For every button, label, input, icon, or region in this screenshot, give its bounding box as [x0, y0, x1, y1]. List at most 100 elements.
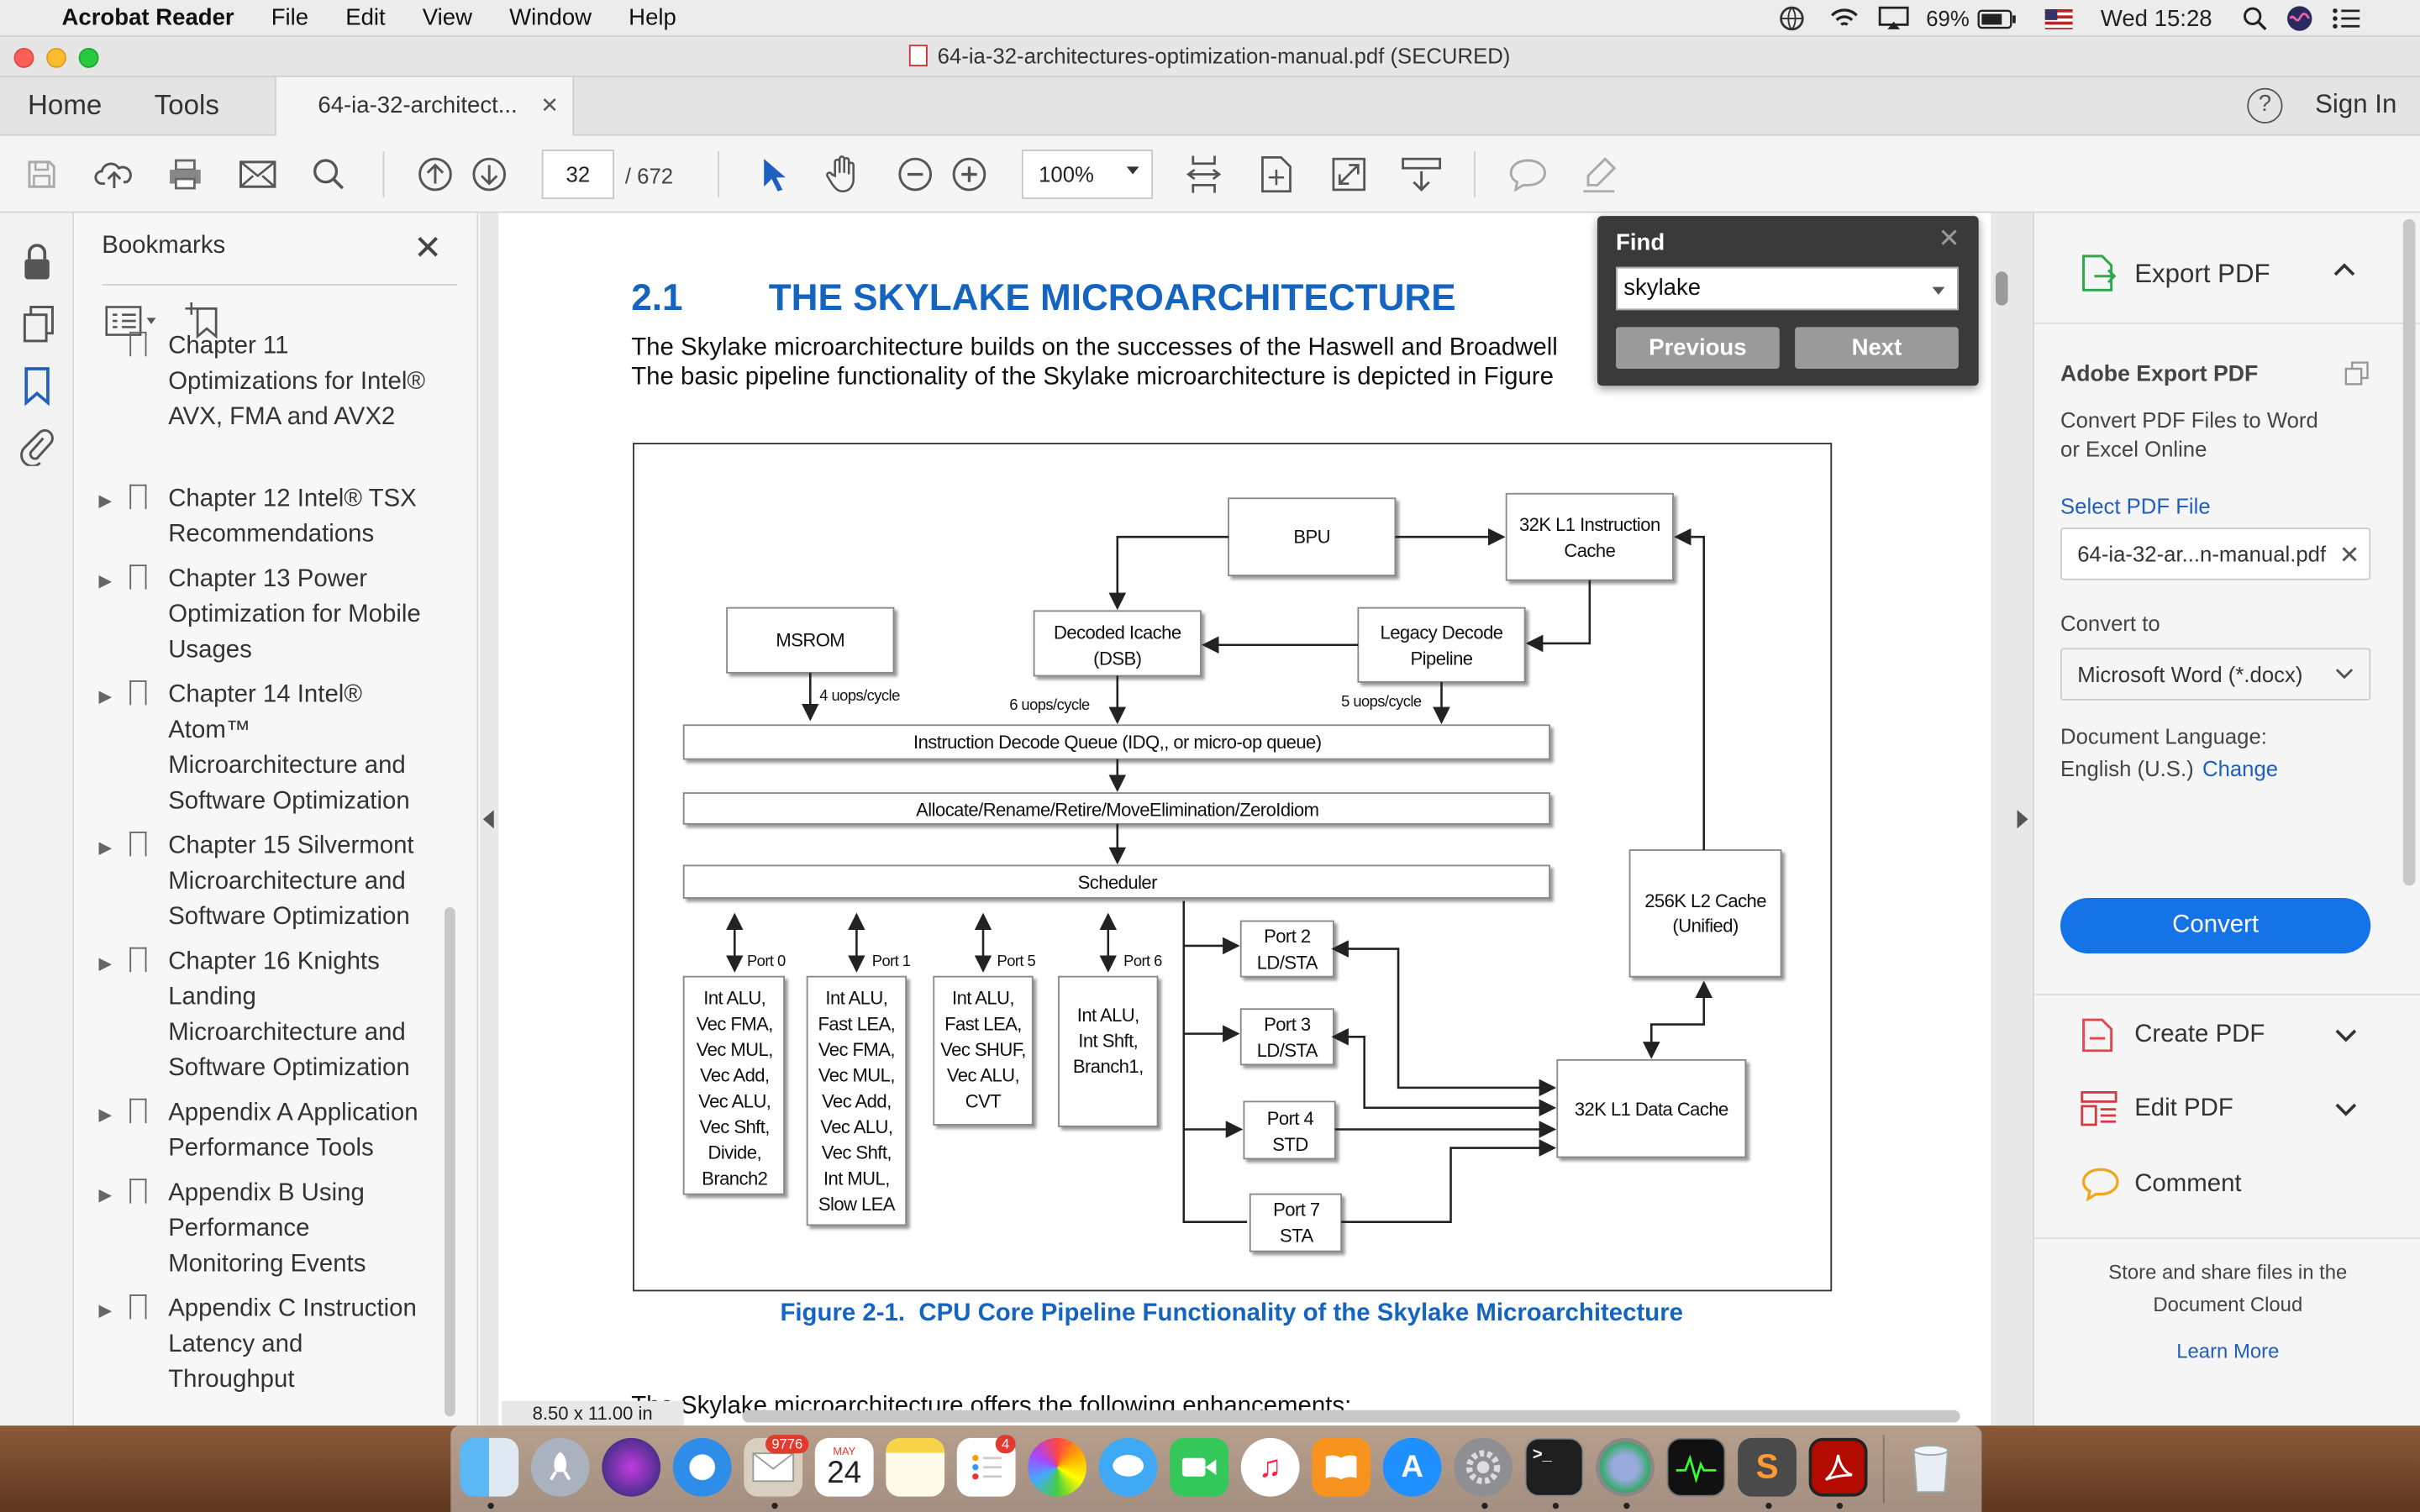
expand-triangle-icon[interactable]: ▶ — [99, 1294, 113, 1330]
vertical-scrollbar-thumb[interactable] — [1995, 271, 2008, 306]
bookmarks-scrollbar[interactable] — [444, 906, 455, 1417]
format-select[interactable]: Microsoft Word (*.docx) — [2060, 648, 2371, 701]
horizontal-scrollbar-thumb[interactable] — [742, 1410, 1960, 1423]
menu-app-name[interactable]: Acrobat Reader — [46, 5, 253, 31]
tab-tools[interactable]: Tools — [155, 90, 219, 123]
menu-window[interactable]: Window — [491, 5, 610, 31]
network-utility-icon[interactable] — [1596, 1437, 1655, 1497]
system-preferences-icon[interactable] — [1454, 1437, 1512, 1497]
lock-icon[interactable] — [22, 244, 53, 288]
clear-file-icon[interactable]: ✕ — [2339, 540, 2360, 571]
terminal-icon[interactable]: >_ — [1524, 1437, 1584, 1497]
attachments-icon[interactable] — [20, 426, 54, 474]
expand-triangle-icon[interactable]: ▶ — [99, 680, 113, 716]
selected-file-field[interactable]: 64-ia-32-ar...n-manual.pdf ✕ — [2060, 528, 2371, 580]
find-input[interactable]: skylake — [1616, 266, 1959, 311]
edit-pdf-item[interactable]: Edit PDF — [2034, 1083, 2420, 1142]
fit-page-icon[interactable] — [1182, 153, 1225, 196]
search-icon[interactable] — [308, 153, 350, 196]
expand-triangle-icon[interactable]: ▶ — [99, 564, 113, 600]
hand-tool-icon[interactable] — [821, 153, 864, 196]
sublime-text-icon[interactable]: S — [1738, 1437, 1797, 1497]
comment-item[interactable]: Comment — [2034, 1158, 2420, 1217]
zoom-in-icon[interactable] — [948, 153, 991, 196]
spotlight-icon[interactable] — [2243, 6, 2268, 31]
convert-button[interactable]: Convert — [2060, 897, 2371, 954]
chevron-down-icon[interactable] — [1932, 286, 1945, 295]
previous-button[interactable]: Previous — [1616, 327, 1780, 369]
bookmark-item[interactable]: ▶ Appendix A Application Performance Tools — [76, 1095, 446, 1166]
select-cursor-icon[interactable] — [750, 153, 793, 196]
print-icon[interactable] — [164, 153, 207, 196]
next-page-icon[interactable] — [468, 153, 511, 196]
wifi-icon[interactable] — [1829, 6, 1860, 30]
help-icon[interactable]: ? — [2247, 87, 2283, 123]
flag-us-icon[interactable] — [2044, 8, 2073, 29]
scroll-mode-icon[interactable] — [1400, 153, 1443, 196]
zoom-select[interactable]: 100% — [1021, 150, 1154, 199]
activity-monitor-icon[interactable] — [1666, 1437, 1726, 1497]
finder-icon[interactable] — [460, 1437, 519, 1497]
battery-icon[interactable] — [1977, 8, 2018, 29]
page-thumbnails-icon[interactable] — [22, 306, 55, 350]
airplay-icon[interactable] — [1878, 6, 1909, 30]
globe-icon[interactable] — [1778, 5, 1806, 33]
menu-view[interactable]: View — [404, 5, 491, 31]
highlight-pen-icon[interactable] — [1577, 153, 1620, 196]
launchpad-icon[interactable] — [530, 1437, 590, 1497]
calendar-icon[interactable]: MAY 24 — [814, 1437, 874, 1497]
books-icon[interactable] — [1312, 1437, 1371, 1497]
rotate-page-icon[interactable] — [1255, 153, 1297, 196]
email-icon[interactable] — [236, 153, 279, 196]
expand-triangle-icon[interactable]: ▶ — [99, 485, 113, 520]
panel-scrollbar[interactable] — [2402, 218, 2416, 886]
bookmark-item[interactable]: Chapter 11 Optimizations for Intel® AVX, F… — [76, 328, 446, 435]
trash-icon[interactable] — [1902, 1438, 1960, 1497]
full-screen-icon[interactable] — [1328, 153, 1370, 196]
chevron-up-icon[interactable] — [2333, 262, 2355, 277]
create-pdf-item[interactable]: Create PDF — [2034, 1009, 2420, 1068]
minimize-window-button[interactable] — [46, 47, 66, 68]
bookmark-item[interactable]: ▶ Appendix B Using Performance Monitoring E… — [76, 1176, 446, 1283]
page-number-input[interactable]: 32 — [541, 150, 615, 199]
tab-home[interactable]: Home — [28, 90, 102, 123]
copy-icon[interactable] — [2344, 361, 2370, 386]
close-panel-icon[interactable]: ✕ — [413, 231, 442, 265]
bookmark-item[interactable]: ▶ Chapter 14 Intel® Atom™ Microarchitecture… — [76, 677, 446, 819]
clock[interactable]: Wed 15:28 — [2101, 5, 2212, 31]
siri-dock-icon[interactable] — [602, 1437, 661, 1497]
expand-triangle-icon[interactable]: ▶ — [99, 832, 113, 867]
expand-triangle-icon[interactable]: ▶ — [99, 1179, 113, 1214]
menu-help[interactable]: Help — [610, 5, 695, 31]
notification-center-icon[interactable] — [2333, 8, 2360, 29]
close-window-button[interactable] — [13, 47, 34, 68]
bookmark-item[interactable]: ▶ Appendix C Instruction Latency and Throug… — [76, 1291, 446, 1398]
learn-more-link[interactable]: Learn More — [2034, 1339, 2420, 1362]
sign-in-link[interactable]: Sign In — [2315, 90, 2396, 121]
notes-icon[interactable] — [886, 1437, 945, 1497]
menu-file[interactable]: File — [253, 5, 327, 31]
bookmark-item[interactable]: ▶ Chapter 16 Knights Landing Microarchitect… — [76, 944, 446, 1086]
close-find-icon[interactable]: ✕ — [1938, 223, 1960, 255]
expand-triangle-icon[interactable]: ▶ — [99, 948, 113, 983]
app-store-icon[interactable]: A — [1382, 1437, 1442, 1497]
bookmarks-rail-icon[interactable] — [24, 365, 51, 413]
save-icon[interactable] — [20, 153, 63, 196]
photos-icon[interactable] — [1028, 1437, 1087, 1497]
siri-icon[interactable] — [2286, 5, 2314, 33]
zoom-window-button[interactable] — [78, 47, 99, 68]
menu-edit[interactable]: Edit — [327, 5, 404, 31]
expand-right-icon[interactable] — [2017, 810, 2028, 829]
collapse-left-icon[interactable] — [482, 810, 494, 829]
music-icon[interactable]: ♫ — [1240, 1437, 1300, 1497]
comment-icon[interactable] — [1507, 153, 1549, 196]
facetime-icon[interactable] — [1170, 1437, 1229, 1497]
safari-icon[interactable] — [672, 1437, 732, 1497]
bookmark-item[interactable]: ▶ Chapter 15 Silvermont Microarchitecture … — [76, 828, 446, 935]
tab-document[interactable]: 64-ia-32-architect... ✕ — [274, 76, 575, 138]
close-tab-icon[interactable]: ✕ — [540, 92, 559, 118]
previous-page-icon[interactable] — [413, 153, 456, 196]
upload-cloud-icon[interactable] — [92, 153, 135, 196]
expand-triangle-icon[interactable]: ▶ — [99, 1099, 113, 1134]
change-language-link[interactable]: Change — [2202, 756, 2278, 780]
